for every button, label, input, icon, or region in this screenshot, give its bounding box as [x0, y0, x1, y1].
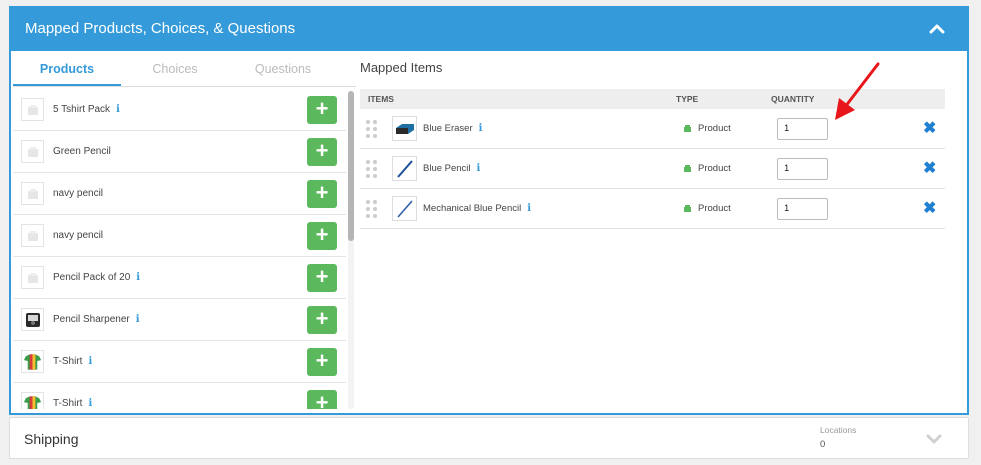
remove-icon[interactable]: ✖ [923, 120, 936, 137]
chevron-down-icon[interactable] [926, 432, 942, 446]
remove-icon[interactable]: ✖ [923, 200, 936, 217]
product-label: Pencil Pack of 20 [53, 272, 131, 283]
product-label: Green Pencil [53, 146, 111, 157]
locations-value: 0 [820, 439, 826, 450]
item-name: Blue Eraser [423, 123, 473, 134]
column-header-items: ITEMS [368, 94, 394, 104]
quantity-input[interactable]: 1 [777, 157, 828, 180]
product-label: navy pencil [53, 230, 104, 241]
list-item: T-Shirt i + [13, 341, 346, 383]
table-row: Mechanical Blue Pencil i Product 1 ✖ [360, 189, 945, 229]
drag-handle-icon[interactable] [366, 119, 380, 138]
list-item: T-Shirt i + [13, 383, 346, 409]
table-row: Blue Pencil i Product 1 ✖ [360, 149, 945, 189]
list-item: navy pencil + [13, 215, 346, 257]
chevron-up-icon[interactable] [929, 21, 945, 37]
product-type-icon [684, 125, 691, 132]
placeholder-image-icon [21, 266, 44, 289]
drag-handle-icon[interactable] [366, 199, 380, 218]
info-icon[interactable]: i [88, 356, 92, 367]
item-type: Product [698, 203, 731, 214]
info-icon[interactable]: i [527, 203, 531, 214]
item-type: Product [698, 123, 731, 134]
product-label: 5 Tshirt Pack [53, 104, 111, 115]
add-product-button[interactable]: + [307, 347, 337, 376]
item-type: Product [698, 163, 731, 174]
add-product-button[interactable]: + [307, 389, 337, 409]
product-label: navy pencil [53, 188, 104, 199]
quantity-input[interactable]: 1 [777, 117, 828, 140]
product-list: 5 Tshirt Pack i + Green Pencil + navy pe… [13, 89, 346, 409]
list-item: Pencil Pack of 20 i + [13, 257, 346, 299]
info-icon[interactable]: i [479, 123, 483, 134]
blue-eraser-image [392, 116, 417, 141]
placeholder-image-icon [21, 224, 44, 247]
tab-choices[interactable]: Choices [121, 53, 229, 86]
remove-icon[interactable]: ✖ [923, 160, 936, 177]
placeholder-image-icon [21, 140, 44, 163]
product-label: Pencil Sharpener [53, 314, 130, 325]
add-product-button[interactable]: + [307, 263, 337, 292]
item-name: Mechanical Blue Pencil [423, 203, 522, 214]
product-type-icon [684, 205, 691, 212]
blue-pencil-image [392, 156, 417, 181]
drag-handle-icon[interactable] [366, 159, 380, 178]
column-header-type: TYPE [676, 94, 699, 104]
list-item: Pencil Sharpener i + [13, 299, 346, 341]
list-item: Green Pencil + [13, 131, 346, 173]
info-icon[interactable]: i [136, 272, 140, 283]
product-type-icon [684, 165, 691, 172]
quantity-input[interactable]: 1 [777, 197, 828, 220]
info-icon[interactable]: i [136, 314, 140, 325]
pencil-sharpener-image [21, 308, 44, 331]
product-list-scrollbar[interactable] [348, 91, 354, 409]
add-product-button[interactable]: + [307, 137, 337, 166]
scrollbar-thumb[interactable] [348, 91, 354, 241]
type-cell: Product [683, 163, 731, 174]
info-icon[interactable]: i [477, 163, 481, 174]
product-label: T-Shirt [53, 356, 83, 367]
locations-label: Locations [820, 425, 857, 435]
products-column: Products Choices Questions 5 Tshirt Pack… [13, 53, 356, 409]
tshirt-image [21, 392, 44, 409]
placeholder-image-icon [21, 98, 44, 121]
add-product-button[interactable]: + [307, 179, 337, 208]
item-name: Blue Pencil [423, 163, 471, 174]
add-product-button[interactable]: + [307, 221, 337, 250]
tab-products[interactable]: Products [13, 53, 121, 86]
tshirt-image [21, 350, 44, 373]
tab-bar: Products Choices Questions [13, 53, 356, 87]
shipping-panel[interactable]: Shipping Locations 0 [9, 417, 969, 459]
panel-title: Mapped Products, Choices, & Questions [25, 20, 296, 37]
info-icon[interactable]: i [116, 104, 120, 115]
column-header-quantity: QUANTITY [771, 94, 815, 104]
tab-questions[interactable]: Questions [229, 53, 337, 86]
annotation-arrow-icon [835, 62, 880, 120]
placeholder-image-icon [21, 182, 44, 205]
list-item: navy pencil + [13, 173, 346, 215]
info-icon[interactable]: i [88, 398, 92, 409]
add-product-button[interactable]: + [307, 95, 337, 124]
product-label: T-Shirt [53, 398, 83, 409]
type-cell: Product [683, 123, 731, 134]
add-product-button[interactable]: + [307, 305, 337, 334]
mechanical-pencil-image [392, 196, 417, 221]
panel-header[interactable]: Mapped Products, Choices, & Questions [11, 6, 967, 51]
list-item: 5 Tshirt Pack i + [13, 89, 346, 131]
type-cell: Product [683, 203, 731, 214]
shipping-title: Shipping [24, 431, 79, 447]
